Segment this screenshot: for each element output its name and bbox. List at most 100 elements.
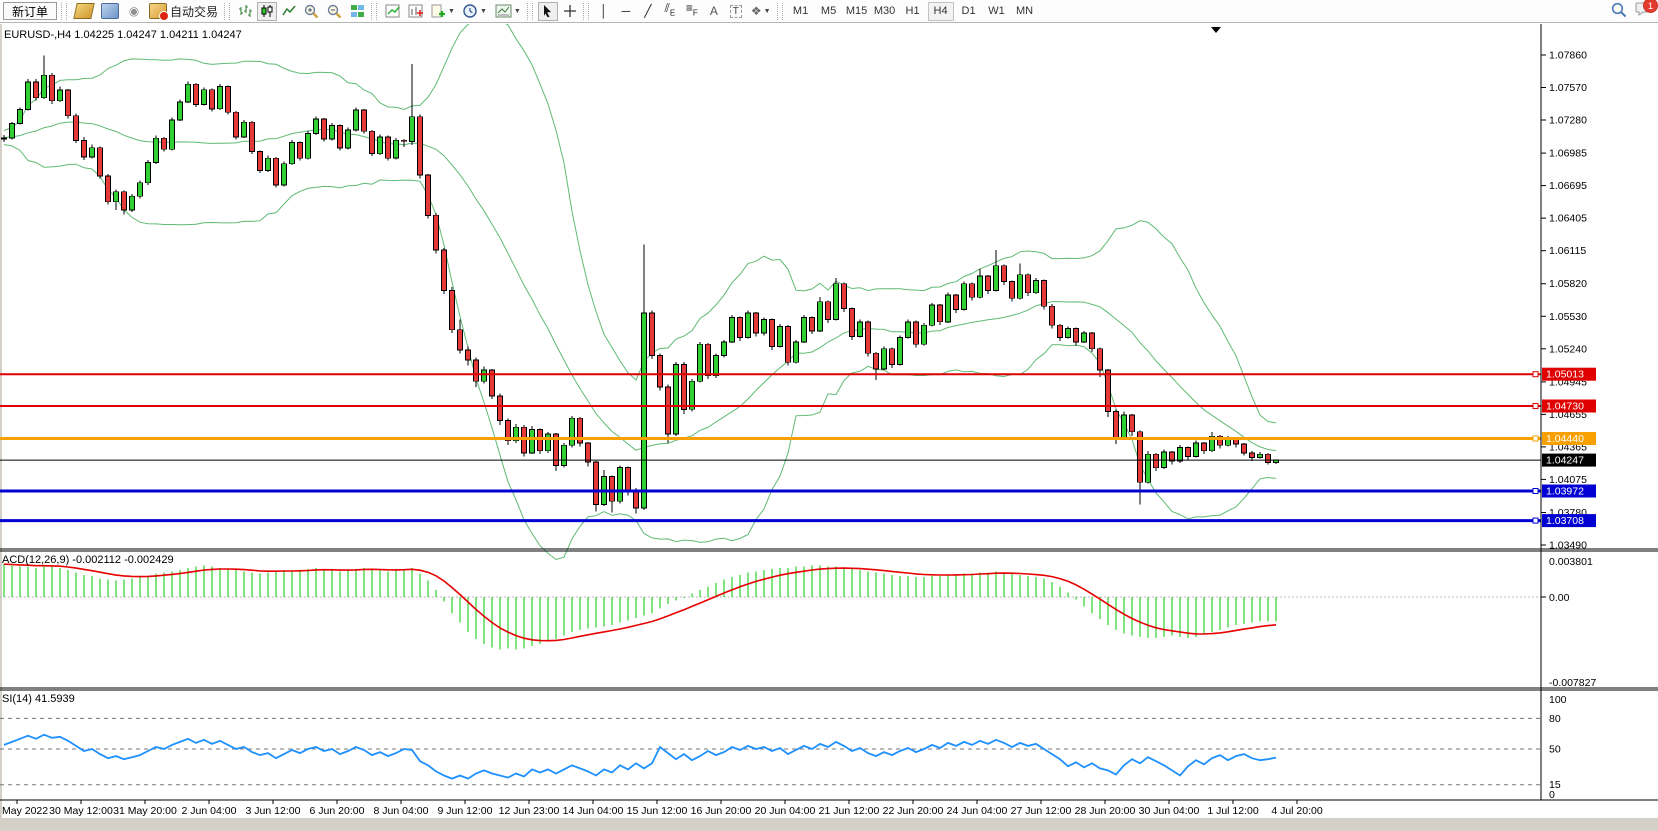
- zoom-in-icon[interactable]: [301, 2, 322, 21]
- zoom-out-icon[interactable]: [324, 2, 345, 21]
- add-indicator-button[interactable]: ▼: [428, 2, 458, 21]
- time-axis-label: 20 Jun 04:00: [755, 805, 816, 817]
- arrow-shapes-button[interactable]: ❖ ▼: [748, 2, 774, 21]
- line-chart-icon[interactable]: [279, 2, 299, 21]
- candle: [306, 134, 311, 159]
- cursor-icon[interactable]: [538, 2, 558, 21]
- candlestick-chart-icon[interactable]: [257, 2, 277, 21]
- price-level-handle[interactable]: [1533, 436, 1538, 441]
- equidistant-channel-icon[interactable]: ⫽E: [660, 2, 680, 21]
- timeframe-button-M30[interactable]: M30: [872, 2, 898, 21]
- macd-histogram-bar: [1267, 597, 1268, 622]
- toolbar-grip[interactable]: [777, 3, 783, 20]
- macd-histogram-bar: [1163, 597, 1164, 637]
- signals-icon[interactable]: ◉: [124, 2, 144, 21]
- chat-button[interactable]: 1: [1635, 1, 1652, 19]
- candle: [978, 276, 983, 297]
- macd-axis-label: 0.003801: [1549, 556, 1593, 568]
- chart-shift-marker[interactable]: [1211, 27, 1221, 33]
- candle: [146, 163, 151, 183]
- price-axis-label: 1.06985: [1549, 148, 1587, 160]
- search-icon[interactable]: [1611, 2, 1627, 18]
- candle: [474, 360, 479, 381]
- tile-windows-icon[interactable]: [347, 2, 368, 21]
- price-level-handle[interactable]: [1533, 518, 1538, 523]
- price-level-handle[interactable]: [1533, 489, 1538, 494]
- macd-histogram-bar: [107, 580, 108, 598]
- vertical-line-icon[interactable]: │: [594, 2, 614, 21]
- candle: [1130, 415, 1135, 432]
- macd-histogram-bar: [115, 581, 116, 597]
- market-watch-icon[interactable]: [72, 2, 96, 21]
- candle: [82, 140, 87, 157]
- toolbar-right-icons: 1: [1611, 1, 1652, 19]
- candle: [874, 353, 879, 369]
- price-level-handle[interactable]: [1533, 372, 1538, 377]
- candle: [458, 330, 463, 350]
- candle: [850, 308, 855, 336]
- autotrading-button[interactable]: 自动交易: [146, 2, 221, 21]
- candle: [194, 84, 199, 104]
- macd-histogram-bar: [715, 583, 716, 597]
- toolbar-grip[interactable]: [224, 3, 230, 20]
- macd-histogram-bar: [427, 581, 428, 597]
- periods-button[interactable]: ▼: [460, 2, 490, 21]
- timeframe-button-MN[interactable]: MN: [1012, 2, 1038, 21]
- text-icon[interactable]: A: [704, 2, 724, 21]
- chart-title: EURUSD-,H4 1.04225 1.04247 1.04211 1.042…: [4, 29, 242, 41]
- indicator-list-icon[interactable]: [405, 2, 426, 21]
- fibonacci-icon[interactable]: ≡F: [682, 2, 702, 21]
- candle: [802, 317, 807, 342]
- time-axis-label: 22 Jun 20:00: [883, 805, 944, 817]
- macd-histogram-bar: [987, 572, 988, 597]
- indicator-window-icon[interactable]: [382, 2, 403, 21]
- bar-chart-icon[interactable]: [235, 2, 255, 21]
- toolbar-grip[interactable]: [583, 3, 589, 20]
- candle: [322, 119, 327, 139]
- price-axis-label: 1.05530: [1549, 311, 1587, 323]
- candle: [762, 320, 767, 334]
- timeframe-button-W1[interactable]: W1: [984, 2, 1010, 21]
- candle: [122, 192, 127, 210]
- new-order-button[interactable]: 新订单: [3, 2, 57, 20]
- data-center-icon[interactable]: [98, 2, 122, 21]
- time-axis-label: May 2022: [2, 805, 48, 817]
- macd-histogram-bar: [483, 597, 484, 644]
- text-label-icon[interactable]: T: [726, 2, 746, 21]
- price-axis-label: 1.03490: [1549, 540, 1587, 552]
- macd-histogram-bar: [419, 574, 420, 597]
- timeframe-button-M1[interactable]: M1: [788, 2, 814, 21]
- timeframe-button-D1[interactable]: D1: [956, 2, 982, 21]
- time-axis-label: 31 May 20:00: [113, 805, 177, 817]
- toolbar-grip[interactable]: [527, 3, 533, 20]
- template-button[interactable]: ▼: [492, 2, 524, 21]
- trendline-icon[interactable]: ╱: [638, 2, 658, 21]
- timeframe-button-M5[interactable]: M5: [816, 2, 842, 21]
- macd-axis-label: 0.00: [1549, 592, 1570, 604]
- candle: [1266, 454, 1271, 462]
- macd-histogram-bar: [563, 597, 564, 636]
- candle: [418, 117, 423, 175]
- crosshair-icon[interactable]: [560, 2, 580, 21]
- candle: [1186, 447, 1191, 456]
- data-center-icon-glyph: [101, 3, 119, 19]
- time-axis-label: 27 Jun 12:00: [1011, 805, 1072, 817]
- timeframe-button-M15[interactable]: M15: [844, 2, 870, 21]
- candle: [594, 462, 599, 505]
- candle: [402, 140, 407, 141]
- candle: [562, 445, 567, 465]
- toolbar-grip[interactable]: [371, 3, 377, 20]
- macd-histogram-bar: [59, 568, 60, 597]
- toolbar-grip[interactable]: [61, 3, 67, 20]
- macd-histogram-bar: [1043, 578, 1044, 597]
- price-level-handle[interactable]: [1533, 404, 1538, 409]
- price-badge-label: 1.04440: [1546, 433, 1584, 445]
- macd-histogram-bar: [835, 567, 836, 597]
- candle: [546, 434, 551, 451]
- candle: [922, 325, 927, 344]
- horizontal-line-icon[interactable]: ─: [616, 2, 636, 21]
- timeframe-button-H1[interactable]: H1: [900, 2, 926, 21]
- chart-canvas[interactable]: 1.078601.075701.072801.069851.066951.064…: [0, 0, 1658, 831]
- candle: [250, 122, 255, 151]
- timeframe-button-H4[interactable]: H4: [928, 2, 954, 21]
